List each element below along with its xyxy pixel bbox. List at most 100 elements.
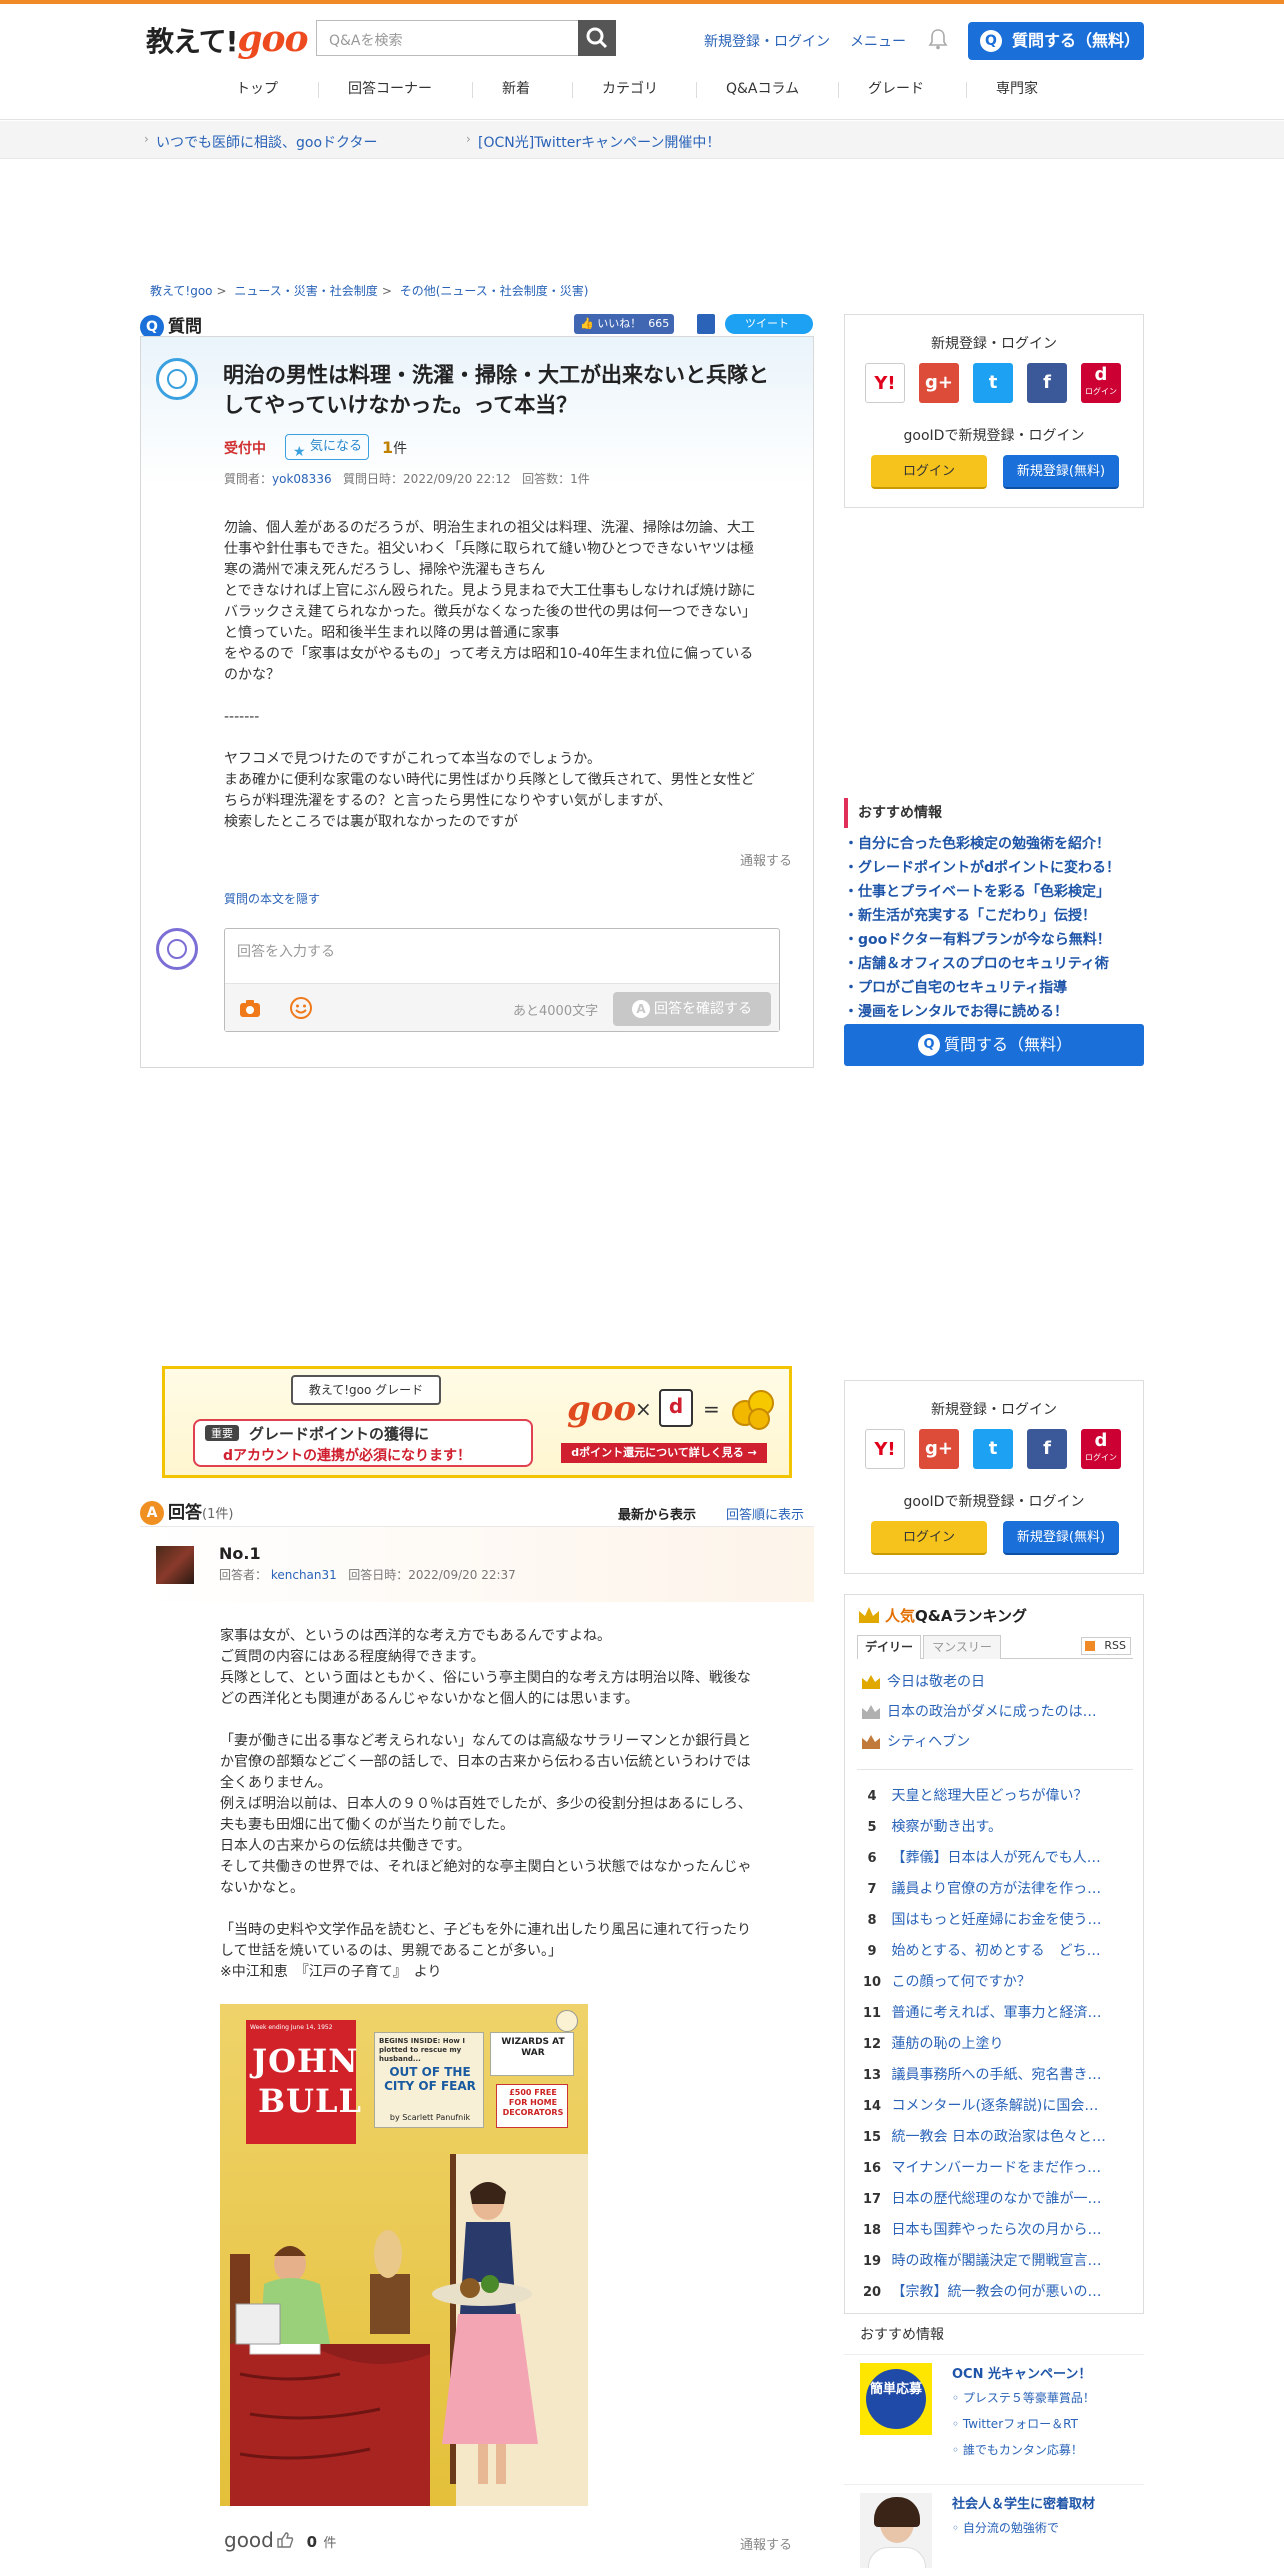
camera-icon[interactable]: [239, 998, 261, 1018]
nav-item[interactable]: グレード: [868, 78, 924, 98]
ranking-item[interactable]: シティヘブン: [857, 1731, 1133, 1761]
hatena-bookmark-icon[interactable]: [697, 314, 715, 334]
ranking-item[interactable]: 17 日本の歴代総理のなかで誰が一…: [857, 2188, 1133, 2218]
recommend-item[interactable]: ・漫画をレンタルでお得に読める！: [844, 1000, 1144, 1024]
yahoo-icon[interactable]: Y!: [865, 363, 905, 403]
interview-promo-line[interactable]: ◦ 自分流の勉強術で: [952, 2519, 1059, 2536]
recommend-item[interactable]: ・新生活が充実する「こだわり」伝授！: [844, 904, 1144, 928]
zoom-icon[interactable]: [556, 2010, 578, 2032]
question-report-link[interactable]: 通報する: [740, 850, 792, 869]
grade-banner[interactable]: 教えて!goo グレード 重要 グレードポイントの獲得に dアカウントの連携が必…: [162, 1366, 792, 1478]
interview-promo[interactable]: 社会人＆学生に密着取材 ◦ 自分流の勉強術で: [844, 2484, 1144, 2568]
ranking-item[interactable]: 15 統一教会 日本の政治家は色々と…: [857, 2126, 1133, 2156]
sort-order-tab[interactable]: 回答順に表示: [726, 1504, 804, 1523]
breadcrumb-item[interactable]: ニュース・災害・社会制度: [234, 284, 377, 298]
sidebar-ask-button[interactable]: Q 質問する（無料）: [844, 1024, 1144, 1066]
login-button[interactable]: ログイン: [871, 1521, 987, 1555]
ocn-promo[interactable]: 簡単応募 OCN 光キャンペーン！ ◦ プレステ５等豪華賞品！ ◦ Twitte…: [844, 2354, 1144, 2466]
rss-button[interactable]: RSS: [1081, 1637, 1131, 1655]
ranking-item-title[interactable]: 天皇と総理大臣どっちが偉い？: [891, 1788, 1087, 1804]
nav-item[interactable]: 新着: [502, 78, 530, 98]
recommend-item[interactable]: ・仕事とプライベートを彩る「色彩検定」: [844, 880, 1144, 904]
ranking-item-title[interactable]: 普通に考えれば、軍事力と経済…: [891, 2005, 1101, 2021]
ranking-item-title[interactable]: 日本の歴代総理のなかで誰が一…: [891, 2191, 1101, 2207]
ranking-item-title[interactable]: 【葬儀】日本は人が死んでも人…: [891, 1850, 1100, 1866]
ocn-promo-line[interactable]: ◦ プレステ５等豪華賞品！: [952, 2389, 1095, 2406]
breadcrumb-item[interactable]: その他(ニュース・社会制度・災害): [400, 284, 589, 298]
menu-link[interactable]: メニュー: [850, 31, 906, 51]
ranking-item-title[interactable]: 検察が動き出す。: [891, 1819, 1002, 1835]
ranking-item-title[interactable]: 時の政権が閣議決定で開戦宣言…: [891, 2253, 1101, 2269]
yahoo-icon[interactable]: Y!: [865, 1429, 905, 1469]
facebook-like-button[interactable]: 👍 いいね！ 665: [574, 314, 674, 334]
recommend-item[interactable]: ・自分に合った色彩検定の勉強術を紹介！: [844, 832, 1144, 856]
tab-monthly[interactable]: マンスリー: [923, 1635, 1001, 1659]
ranking-item-title[interactable]: 【宗教】統一教会の何が悪いの…: [891, 2284, 1101, 2300]
ranking-item[interactable]: 8 国はもっと妊産婦にお金を使う…: [857, 1909, 1133, 1939]
ranking-item-title[interactable]: 議員より官僚の方が法律を作っ…: [891, 1881, 1101, 1897]
ranking-item[interactable]: 5 検察が動き出す。: [857, 1816, 1133, 1846]
ranking-item[interactable]: 9 始めとする、初めとする どち…: [857, 1940, 1133, 1970]
ranking-item-title[interactable]: マイナンバーカードをまだ作っ…: [891, 2160, 1101, 2176]
ranking-item[interactable]: 18 日本も国葬やったら次の月から…: [857, 2219, 1133, 2249]
promo-link-doctor[interactable]: いつでも医師に相談、gooドクター: [156, 132, 377, 152]
promo-link-ocn[interactable]: [OCN光]Twitterキャンペーン開催中！: [478, 132, 720, 152]
ranking-item[interactable]: 7 議員より官僚の方が法律を作っ…: [857, 1878, 1133, 1908]
ranking-item[interactable]: 14 コメンタール(逐条解説)に国会…: [857, 2095, 1133, 2125]
search-button[interactable]: [578, 20, 616, 56]
nav-item[interactable]: Q&Aコラム: [726, 78, 799, 98]
recommend-item[interactable]: ・プロがご自宅のセキュリティ指導: [844, 976, 1144, 1000]
hide-question-link[interactable]: 質問の本文を隠す: [224, 890, 320, 907]
ranking-item[interactable]: 19 時の政権が閣議決定で開戦宣言…: [857, 2250, 1133, 2280]
answerer-link[interactable]: kenchan31: [271, 1568, 337, 1582]
google-plus-icon[interactable]: g+: [919, 363, 959, 403]
register-button[interactable]: 新規登録(無料): [1003, 455, 1119, 489]
ranking-item-title[interactable]: 統一教会 日本の政治家は色々と…: [891, 2129, 1105, 2145]
tweet-button[interactable]: ツイート: [725, 314, 813, 334]
recommend-item[interactable]: ・店舗＆オフィスのプロのセキュリティ術: [844, 952, 1144, 976]
tab-daily[interactable]: デイリー: [857, 1635, 921, 1659]
facebook-icon[interactable]: f: [1027, 1429, 1067, 1469]
breadcrumb-item[interactable]: 教えて!goo: [150, 284, 213, 298]
answer-input[interactable]: 回答を入力する あと4000文字 A 回答を確認する: [224, 928, 780, 1032]
ranking-item[interactable]: 12 蓮舫の恥の上塗り: [857, 2033, 1133, 2063]
ranking-item-title[interactable]: 今日は敬老の日: [887, 1674, 985, 1690]
recommend-item[interactable]: ・グレードポイントがdポイントに変わる！: [844, 856, 1144, 880]
ranking-item-title[interactable]: 始めとする、初めとする どち…: [891, 1943, 1100, 1959]
follow-button[interactable]: ★ 気になる: [285, 434, 369, 460]
emoji-icon[interactable]: [289, 996, 313, 1020]
ranking-item-title[interactable]: コメンタール(逐条解説)に国会…: [891, 2098, 1098, 2114]
nav-item[interactable]: トップ: [236, 78, 278, 98]
ranking-item-title[interactable]: 国はもっと妊産婦にお金を使う…: [891, 1912, 1101, 1928]
interview-promo-title[interactable]: 社会人＆学生に密着取材: [952, 2493, 1095, 2512]
ranking-item[interactable]: 13 議員事務所への手紙、宛名書き…: [857, 2064, 1133, 2094]
ranking-item[interactable]: 20 【宗教】統一教会の何が悪いの…: [857, 2281, 1133, 2311]
ranking-item[interactable]: 4 天皇と総理大臣どっちが偉い？: [857, 1785, 1133, 1815]
twitter-icon[interactable]: t: [973, 363, 1013, 403]
ocn-promo-title[interactable]: OCN 光キャンペーン！: [952, 2363, 1091, 2382]
confirm-answer-button[interactable]: A 回答を確認する: [613, 992, 771, 1026]
ranking-item[interactable]: 今日は敬老の日: [857, 1671, 1133, 1701]
bell-icon[interactable]: [928, 28, 948, 50]
ranking-item[interactable]: 10 この顔って何ですか？: [857, 1971, 1133, 2001]
docomo-icon[interactable]: d ログイン: [1081, 1429, 1121, 1469]
ranking-item[interactable]: 6 【葬儀】日本は人が死んでも人…: [857, 1847, 1133, 1877]
login-button[interactable]: ログイン: [871, 455, 987, 489]
site-logo[interactable]: 教えて!goo: [146, 18, 309, 60]
good-button[interactable]: good 0 件: [224, 2528, 336, 2552]
answer-report-link[interactable]: 通報する: [740, 2534, 792, 2553]
answer-attached-image[interactable]: Week ending June 14, 1952 JOHN BULL BEGI…: [220, 2004, 588, 2506]
nav-item[interactable]: カテゴリ: [602, 78, 658, 98]
ocn-promo-line[interactable]: ◦ Twitterフォロー＆RT: [952, 2415, 1078, 2432]
ranking-item[interactable]: 16 マイナンバーカードをまだ作っ…: [857, 2157, 1133, 2187]
search-input[interactable]: Q&Aを検索: [316, 20, 616, 56]
dpoint-link[interactable]: dポイント還元について詳しく見る →: [561, 1443, 767, 1463]
ranking-item[interactable]: 11 普通に考えれば、軍事力と経済…: [857, 2002, 1133, 2032]
ranking-item-title[interactable]: シティヘブン: [887, 1734, 970, 1750]
ranking-item-title[interactable]: 日本も国葬やったら次の月から…: [891, 2222, 1101, 2238]
nav-item[interactable]: 専門家: [996, 78, 1038, 98]
login-link[interactable]: 新規登録・ログイン: [704, 31, 830, 51]
ranking-item-title[interactable]: 蓮舫の恥の上塗り: [891, 2036, 1003, 2052]
google-plus-icon[interactable]: g+: [919, 1429, 959, 1469]
docomo-icon[interactable]: d ログイン: [1081, 363, 1121, 403]
